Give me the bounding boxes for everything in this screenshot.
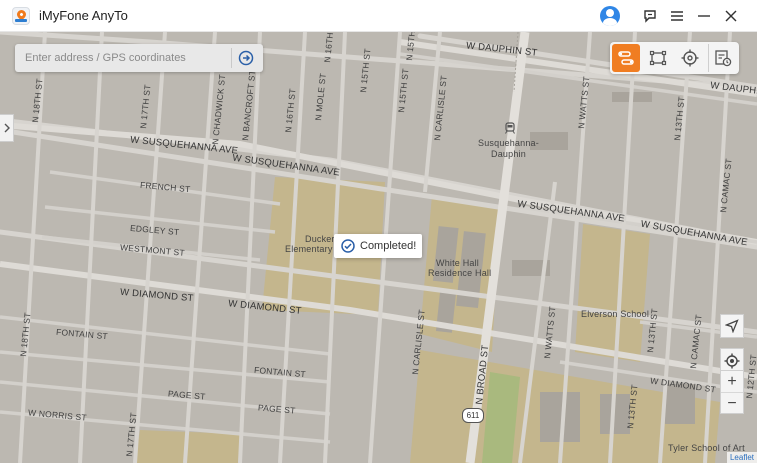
completed-toast: Completed! — [334, 234, 422, 258]
app-window: iMyFone AnyTo W DAUPHIN ST W DAUPHIN W S… — [0, 0, 757, 463]
zoom-out-button[interactable]: − — [721, 393, 743, 414]
zoom-control: + − — [720, 370, 744, 414]
arrow-right-circle-icon — [238, 50, 254, 66]
mode-toolbar — [610, 42, 739, 74]
check-circle-icon — [341, 239, 355, 253]
station-icon — [504, 121, 516, 134]
history-icon — [715, 50, 732, 67]
app-logo-icon — [12, 6, 30, 25]
route-shield-number: 611 — [466, 411, 480, 420]
close-icon — [725, 10, 737, 22]
menu-button[interactable] — [669, 8, 685, 24]
multi-spot-mode-button[interactable] — [644, 44, 672, 72]
target-icon — [724, 353, 740, 368]
search-bar — [15, 44, 263, 72]
teleport-mode-button[interactable] — [676, 44, 704, 72]
two-spot-mode-button[interactable] — [612, 44, 640, 72]
toast-text: Completed! — [360, 240, 417, 252]
history-mode-button[interactable] — [708, 44, 737, 72]
app-title: iMyFone AnyTo — [39, 8, 128, 23]
poi-label: Susquehanna- — [478, 138, 539, 148]
poi-label: Elverson School — [581, 309, 650, 319]
route-shield: 611 — [462, 408, 484, 423]
multi-point-icon — [649, 50, 667, 66]
account-icon[interactable] — [600, 6, 620, 26]
title-bar-controls — [600, 0, 757, 32]
minimize-button[interactable] — [696, 8, 712, 24]
zoom-in-button[interactable]: + — [721, 371, 743, 393]
route-icon — [618, 51, 634, 65]
poi-label: Dauphin — [491, 149, 526, 159]
sidebar-toggle-button[interactable] — [0, 114, 14, 142]
minimize-icon — [698, 15, 710, 17]
chevron-right-icon — [4, 123, 10, 133]
navigation-arrow-icon — [725, 319, 739, 333]
elverson-area — [575, 224, 650, 362]
poi-label: Elementary — [285, 244, 333, 254]
title-bar: iMyFone AnyTo — [0, 0, 757, 32]
close-button[interactable] — [723, 8, 739, 24]
leaflet-attribution-link[interactable]: Leaflet — [726, 452, 757, 463]
feedback-icon — [644, 10, 656, 23]
locate-button[interactable] — [720, 314, 744, 338]
address-search-input[interactable] — [25, 52, 231, 64]
menu-icon — [671, 11, 683, 21]
poi-label: Residence Hall — [428, 268, 492, 278]
center-location-button[interactable] — [720, 348, 744, 372]
crosshair-icon — [681, 49, 699, 67]
search-go-button[interactable] — [232, 44, 260, 72]
map-view[interactable]: W DAUPHIN ST W DAUPHIN S W SUSQUEHANNA A… — [0, 32, 757, 463]
feedback-button[interactable] — [642, 8, 658, 24]
